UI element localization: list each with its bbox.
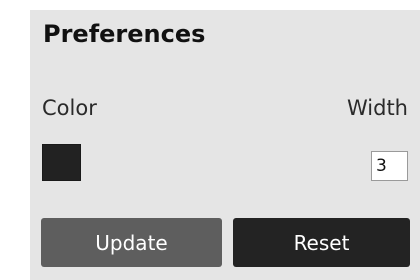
color-label: Color <box>42 96 97 120</box>
update-button[interactable]: Update <box>41 218 222 267</box>
width-label: Width <box>346 96 408 120</box>
reset-button[interactable]: Reset <box>233 218 410 267</box>
width-input[interactable] <box>371 151 408 181</box>
color-swatch[interactable] <box>42 144 81 181</box>
preferences-panel: Preferences Color Width Update Reset <box>30 10 420 280</box>
panel-title: Preferences <box>43 20 206 48</box>
